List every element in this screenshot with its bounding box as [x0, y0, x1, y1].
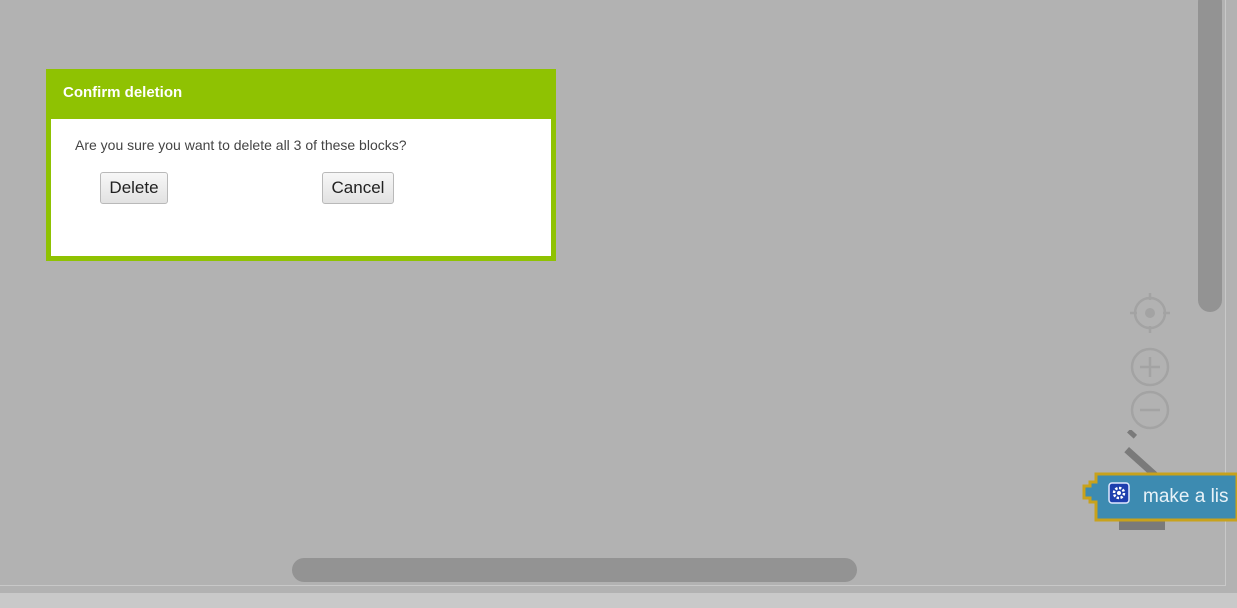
- gear-icon[interactable]: [1108, 482, 1130, 504]
- block-label: make a lis: [1143, 486, 1229, 507]
- dialog-title: Confirm deletion: [63, 84, 183, 101]
- delete-button[interactable]: Delete: [100, 172, 168, 204]
- cancel-button[interactable]: Cancel: [322, 172, 394, 204]
- make-a-list-block[interactable]: make a lis: [1082, 470, 1237, 532]
- vertical-scrollbar[interactable]: [1198, 0, 1222, 312]
- dialog-body: Are you sure you want to delete all 3 of…: [51, 119, 551, 256]
- horizontal-scrollbar[interactable]: [292, 558, 857, 582]
- confirm-deletion-dialog: Confirm deletion Are you sure you want t…: [46, 69, 556, 261]
- dialog-message: Are you sure you want to delete all 3 of…: [75, 137, 407, 153]
- zoom-in-icon[interactable]: [1128, 345, 1172, 389]
- recenter-icon[interactable]: [1128, 291, 1172, 335]
- zoom-out-icon[interactable]: [1128, 388, 1172, 432]
- bottom-strip: [0, 593, 1237, 608]
